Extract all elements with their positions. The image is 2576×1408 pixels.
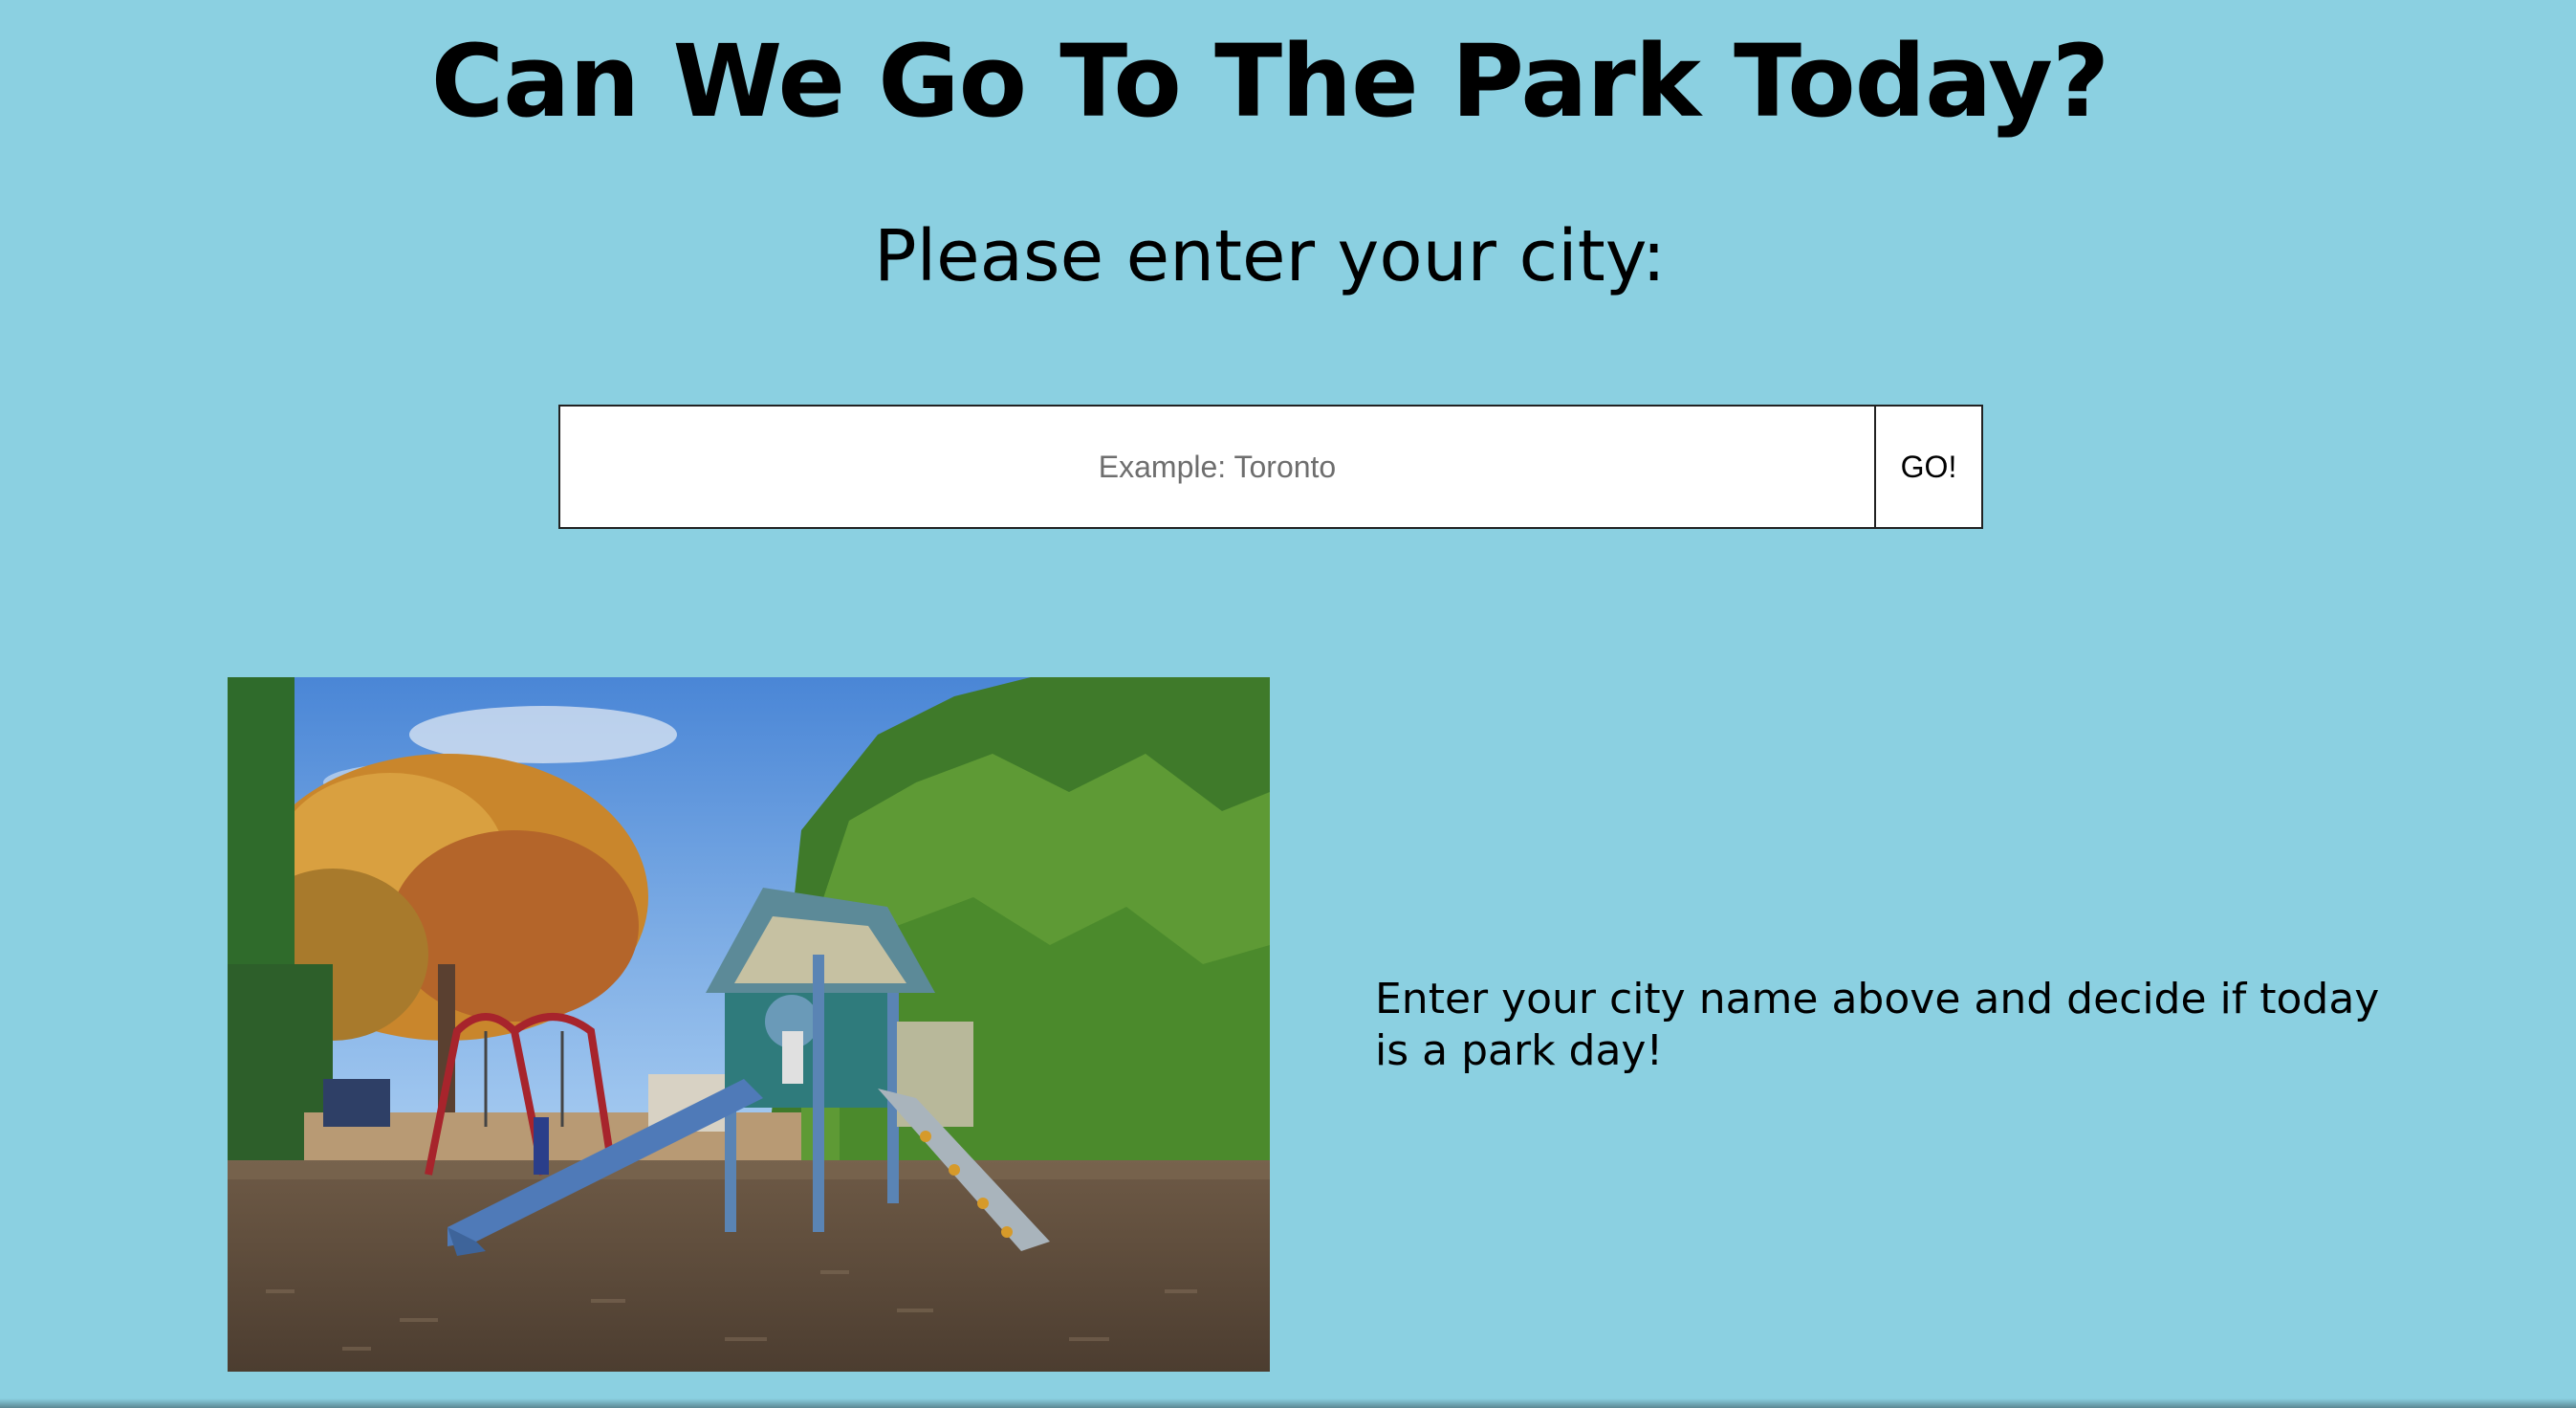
instructions-text: Enter your city name above and decide if…	[1375, 975, 2380, 1075]
playground-image	[228, 677, 1270, 1372]
go-button[interactable]: GO!	[1874, 405, 1983, 529]
city-input[interactable]	[558, 405, 1874, 529]
page-title: Can We Go To The Park Today?	[430, 23, 2109, 140]
city-prompt: Please enter your city:	[873, 215, 1667, 297]
city-search-form: GO!	[558, 405, 1983, 529]
bottom-shadow	[0, 1398, 2576, 1408]
